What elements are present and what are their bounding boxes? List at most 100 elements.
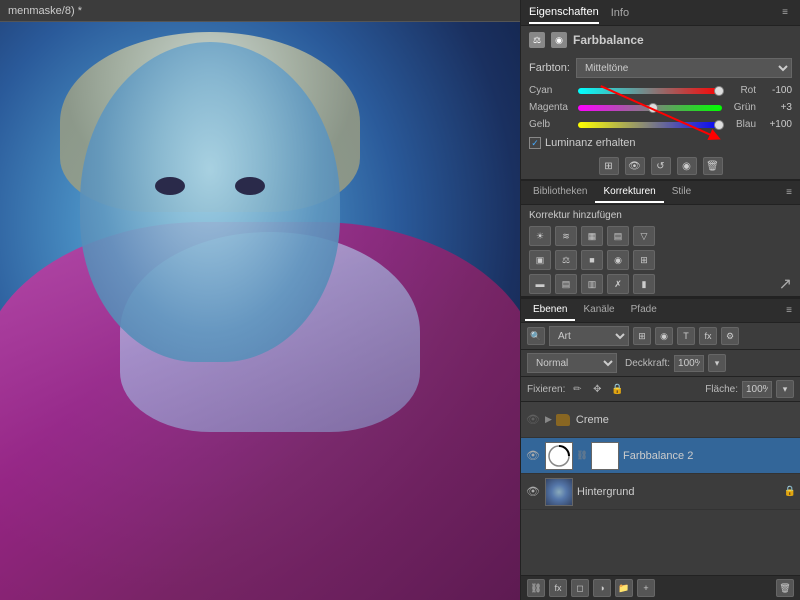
search-icon-btn[interactable]: 🔍	[527, 327, 545, 345]
hintergrund-lock-icon: 🔒	[784, 486, 796, 497]
creme-visibility-btn[interactable]: 👁	[525, 412, 541, 428]
tab-kanaele[interactable]: Kanäle	[575, 300, 622, 321]
visibility-btn[interactable]: 👁	[625, 157, 645, 175]
tab-ebenen[interactable]: Ebenen	[525, 300, 575, 321]
fix-move-btn[interactable]: ✥	[589, 381, 605, 397]
deckkraft-input[interactable]	[674, 355, 704, 372]
fix-row: Fixieren: ✏ ✥ 🔒 Fläche: ▾	[521, 377, 800, 402]
blend-mode-select[interactable]: Normal	[527, 353, 617, 373]
layer-hintergrund[interactable]: 👁 Hintergrund 🔒	[521, 474, 800, 510]
prev-state-btn[interactable]: ⊞	[599, 157, 619, 175]
text-btn[interactable]: T	[677, 327, 695, 345]
face-shape	[80, 42, 340, 362]
properties-panel: Eigenschaften Info ≡ ⚖ ◉ Farbbalance Far…	[521, 0, 800, 181]
korr-channel-icon[interactable]: ◉	[607, 250, 629, 270]
canvas-area	[0, 22, 520, 600]
gelb-blau-row: Gelb Blau +100	[521, 116, 800, 133]
layers-list: 👁 ▶ Creme 👁 ⛓ Farbbalance 2	[521, 402, 800, 575]
flaeche-arrow[interactable]: ▾	[776, 380, 794, 398]
korrektur-icons-row2: ▣ ⚖ ■ ◉ ⊞	[521, 248, 800, 272]
magenta-gruen-thumb[interactable]	[648, 103, 658, 113]
korr-cross-icon[interactable]: ✗	[607, 274, 629, 294]
tab-eigenschaften[interactable]: Eigenschaften	[529, 2, 599, 24]
reset-btn[interactable]: ↺	[651, 157, 671, 175]
view-btn[interactable]: ◉	[677, 157, 697, 175]
add-style-btn[interactable]: fx	[549, 579, 567, 597]
farbton-row: Farbton: Mitteltöne Schatten Lichter	[521, 54, 800, 82]
cyan-rot-thumb[interactable]	[714, 86, 724, 96]
art-select[interactable]: Art	[549, 326, 629, 346]
layer-creme[interactable]: 👁 ▶ Creme	[521, 402, 800, 438]
korr-brightness-icon[interactable]: ☀	[529, 226, 551, 246]
fix-pos-btn[interactable]: ✏	[569, 381, 585, 397]
deckkraft-arrow[interactable]: ▾	[708, 354, 726, 372]
cyan-label: Cyan	[529, 85, 574, 96]
gelb-blau-value: +100	[760, 119, 792, 130]
cyan-rot-slider[interactable]	[578, 88, 722, 94]
tab-pfade[interactable]: Pfade	[623, 300, 665, 321]
farbton-select[interactable]: Mitteltöne Schatten Lichter	[576, 58, 792, 78]
korr-hue-icon[interactable]: ▣	[529, 250, 551, 270]
korr-fill-icon[interactable]: ▥	[581, 274, 603, 294]
korr-curves-icon[interactable]: ≋	[555, 226, 577, 246]
fx-btn[interactable]: fx	[699, 327, 717, 345]
korr-rect-icon[interactable]: ▬	[529, 274, 551, 294]
magenta-gruen-value: +3	[760, 102, 792, 113]
creme-expand-arrow[interactable]: ▶	[545, 414, 552, 425]
korr-levels-icon[interactable]: ▦	[581, 226, 603, 246]
new-group-btn[interactable]: ⊞	[633, 327, 651, 345]
image-title-bar: menmaske/8) *	[0, 0, 520, 22]
korr-exposure-icon[interactable]: ▤	[607, 226, 629, 246]
gelb-label: Gelb	[529, 119, 574, 130]
creme-folder-icon	[556, 414, 570, 426]
tab-bibliotheken[interactable]: Bibliotheken	[525, 182, 595, 203]
korr-black-icon[interactable]: ■	[581, 250, 603, 270]
add-mask-btn[interactable]: ◻	[571, 579, 589, 597]
korr-balance-icon[interactable]: ⚖	[555, 250, 577, 270]
channel-btn[interactable]: ◉	[655, 327, 673, 345]
fix-lock-btn[interactable]: 🔒	[609, 381, 625, 397]
new-adj-layer-btn[interactable]: ◑	[593, 579, 611, 597]
farbbalance2-visibility-btn[interactable]: 👁	[525, 448, 541, 464]
image-panel: menmaske/8) *	[0, 0, 520, 600]
bib-korrekturen-tabs: Bibliotheken Korrekturen Stile ≡	[521, 181, 800, 205]
luminanz-checkbox[interactable]: ✓	[529, 137, 541, 149]
tab-info[interactable]: Info	[611, 3, 629, 23]
korr-gradient-icon[interactable]: ▽	[633, 226, 655, 246]
korr-bar-icon[interactable]: ▮	[633, 274, 655, 294]
magenta-label: Magenta	[529, 102, 574, 113]
eye-right	[235, 177, 265, 195]
farbbalance2-thumb	[545, 442, 573, 470]
tab-stile[interactable]: Stile	[664, 182, 699, 203]
hintergrund-visibility-btn[interactable]: 👁	[525, 484, 541, 500]
gelb-blau-slider[interactable]	[578, 122, 722, 128]
delete-layer-btn[interactable]: 🗑	[776, 579, 794, 597]
adj-btn[interactable]: ⚙	[721, 327, 739, 345]
hintergrund-layer-name: Hintergrund	[577, 486, 780, 498]
new-group-layer-btn[interactable]: 📁	[615, 579, 633, 597]
right-panel: Eigenschaften Info ≡ ⚖ ◉ Farbbalance Far…	[520, 0, 800, 600]
korrekturen-menu-btn[interactable]: ≡	[782, 186, 796, 200]
korr-grid-icon[interactable]: ⊞	[633, 250, 655, 270]
link-layers-btn[interactable]: ⛓	[527, 579, 545, 597]
blau-label: Blau	[726, 119, 756, 130]
gelb-blau-thumb[interactable]	[714, 120, 724, 130]
farbbalance-circle-icon: ◉	[551, 32, 567, 48]
props-menu-btn[interactable]: ≡	[778, 6, 792, 20]
delete-btn[interactable]: 🗑	[703, 157, 723, 175]
layers-tabs: Ebenen Kanäle Pfade ≡	[521, 299, 800, 323]
layer-farbbalance2[interactable]: 👁 ⛓ Farbbalance 2	[521, 438, 800, 474]
magenta-gruen-row: Magenta Grün +3	[521, 99, 800, 116]
luminanz-row: ✓ Luminanz erhalten	[521, 133, 800, 153]
new-layer-btn[interactable]: +	[637, 579, 655, 597]
farbton-label: Farbton:	[529, 62, 570, 74]
flaeche-input[interactable]	[742, 381, 772, 398]
tab-korrekturen[interactable]: Korrekturen	[595, 182, 663, 203]
korr-cursor-icon: ↗	[779, 274, 792, 294]
magenta-gruen-slider[interactable]	[578, 105, 722, 111]
korr-lines-icon[interactable]: ▤	[555, 274, 577, 294]
photo-background	[0, 22, 520, 600]
farbbalance-title: Farbbalance	[573, 33, 644, 47]
fixieren-label: Fixieren:	[527, 384, 565, 395]
layers-menu-btn[interactable]: ≡	[782, 304, 796, 318]
